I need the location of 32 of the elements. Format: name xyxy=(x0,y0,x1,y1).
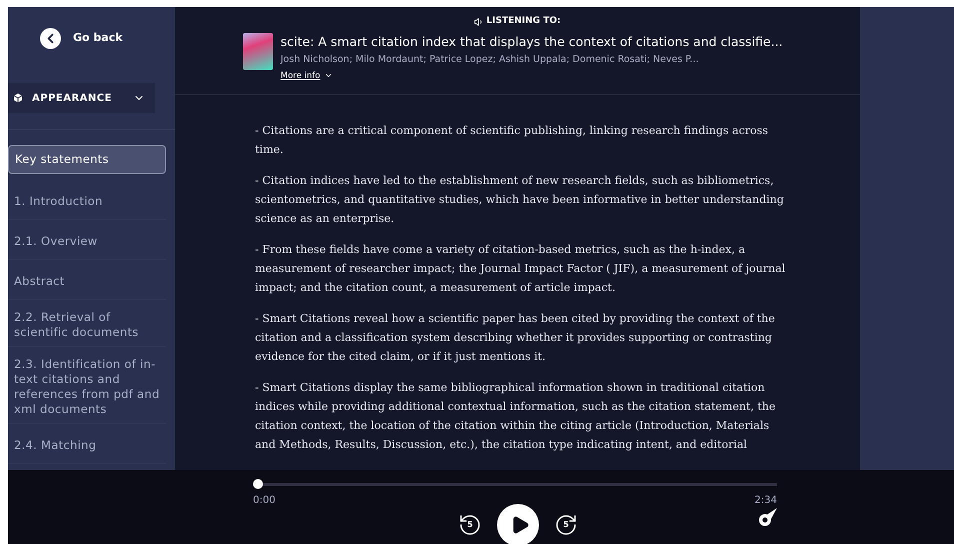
appearance-dropdown[interactable]: APPEARANCE xyxy=(8,83,155,113)
sidebar-item[interactable]: 2.1. Overview xyxy=(8,220,166,260)
forward-button[interactable]: 5 xyxy=(553,512,579,538)
track-title: scite: A smart citation index that displays the context of citations and classifie... xyxy=(280,32,783,51)
sidebar-item[interactable]: Abstract xyxy=(8,260,166,300)
progress-thumb[interactable] xyxy=(253,479,263,489)
comet-icon xyxy=(757,507,779,527)
sidebar-item[interactable]: Key statements xyxy=(8,145,166,174)
cover-thumbnail xyxy=(242,32,272,70)
rewind-icon xyxy=(458,513,482,537)
back-icon xyxy=(40,28,61,48)
track-authors: Josh Nicholson; Milo Mordaunt; Patrice Lopez; Ashish Uppala; Domenic Rosati; Neves P... xyxy=(280,53,700,68)
key-statement: - Citations are a critical component of scientific publishing, linking research findings across time. xyxy=(255,123,770,158)
total-duration: 2:34 xyxy=(754,494,777,508)
elapsed-time: 0:00 xyxy=(253,494,276,508)
sidebar-item[interactable]: 1. Introduction xyxy=(8,180,166,220)
rewind-button[interactable]: 5 xyxy=(457,512,483,538)
sidebar-item[interactable]: 2.3. Identification of in-text citations and references from pdf and xml documents xyxy=(8,347,166,424)
key-statement: - Smart Citations reveal how a scientific paper has been cited by providing the context of the citation and a classification system describing whether it provides supporting or contrasting evidence for the cited claim, or if it just mentions it. xyxy=(255,311,776,365)
cube-icon xyxy=(12,92,24,104)
key-statement: - Smart Citations display the same bibliographical information shown in traditional citation indices while providing additional contextual information, such as the citation statement, the citation context, the location of the citation within the citing article (Introduction, Materials and Methods, Results, Discussion, etc.), the citation type indicating intent, and editorial xyxy=(255,380,776,453)
sidebar-item[interactable]: 2.2. Retrieval of scientific documents xyxy=(8,300,166,347)
speed-button[interactable] xyxy=(757,507,779,527)
speaker-icon xyxy=(474,16,484,27)
listening-heading: LISTENING TO: xyxy=(486,15,561,28)
key-statement: - From these fields have come a variety of citation-based metrics, such as the h-index, a measurement of researcher impact; the Journal Impact Factor ( JIF), a measurement of journal impact; and the citation count, a measurement of article impact. xyxy=(255,242,786,296)
sidebar-item[interactable]: 2.4. Matching xyxy=(8,424,166,464)
play-button[interactable] xyxy=(497,504,539,544)
key-statement: - Citation indices have led to the establishment of new research fields, such as bibliometrics, scientometrics, and quantitative studies, which have been informative in better understanding science as an enterprise. xyxy=(255,173,785,227)
more-info-link[interactable]: More info xyxy=(280,70,783,82)
back-button[interactable]: Go back xyxy=(40,28,123,48)
forward-icon xyxy=(554,513,578,537)
